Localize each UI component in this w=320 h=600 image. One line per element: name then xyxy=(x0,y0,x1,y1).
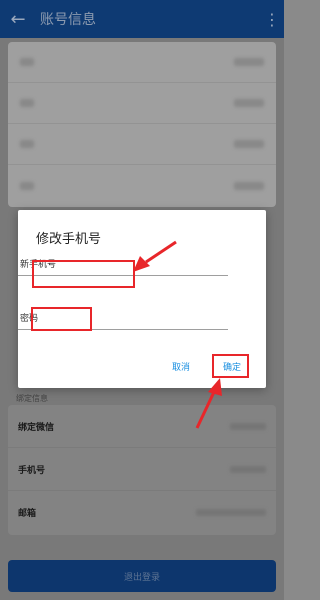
back-arrow-icon[interactable]: ← xyxy=(0,9,36,30)
cancel-button[interactable]: 取消 xyxy=(172,360,190,373)
dialog-title: 修改手机号 xyxy=(36,232,102,247)
annotation-box-password xyxy=(31,307,92,331)
annotation-box-confirm xyxy=(212,354,249,378)
more-vertical-icon[interactable]: ⋮ xyxy=(260,10,284,29)
annotation-box-phone xyxy=(32,260,135,288)
app-bar: ← 账号信息 ⋮ xyxy=(0,0,284,38)
page-title: 账号信息 xyxy=(40,12,96,28)
